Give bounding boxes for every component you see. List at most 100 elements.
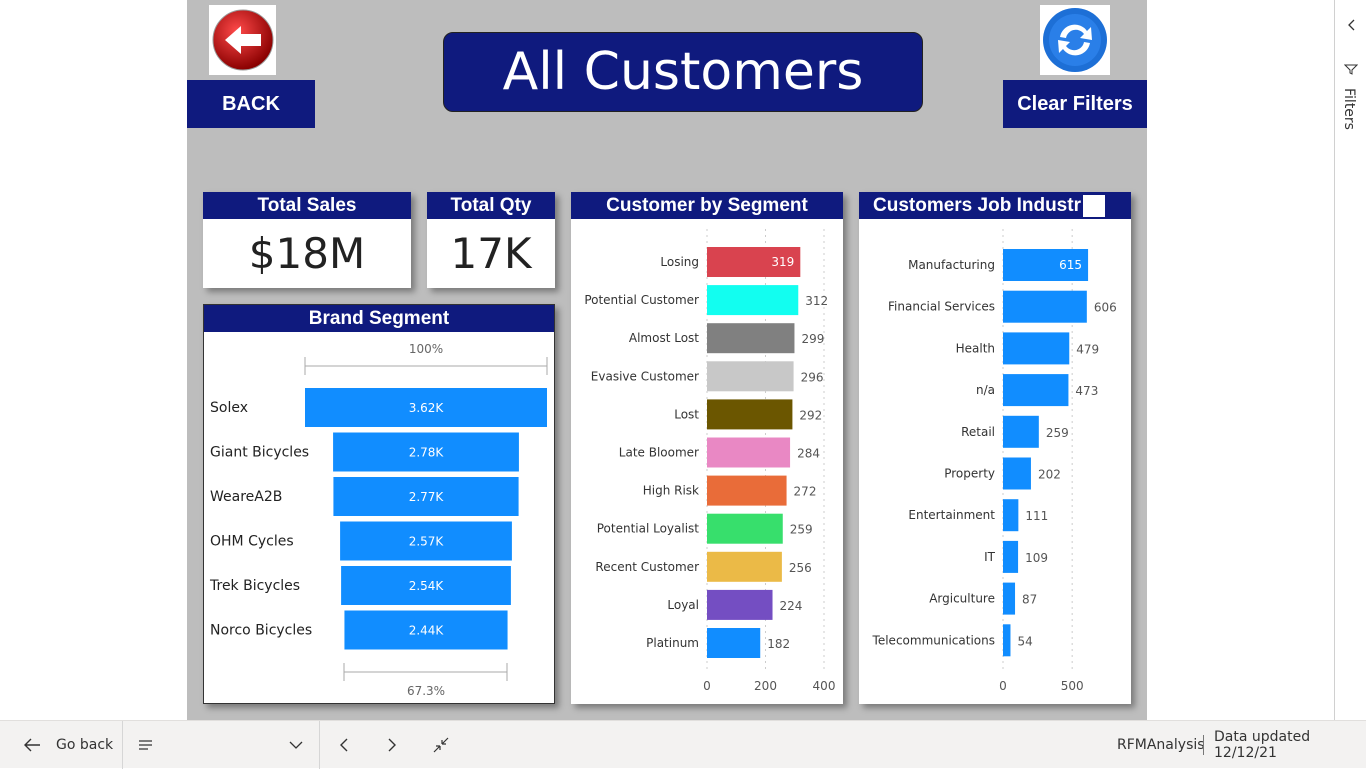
data-label: 299 [801,332,824,346]
go-back-button[interactable]: Go back [22,721,113,769]
x-tick-label: 0 [703,679,711,693]
industry-title: Customers Job Industr [859,192,1131,219]
category-label: Health [956,341,995,355]
brand-segment-chart: 100% 67.3% 3.62K Solex 2.78K Giant Bicycles… [209,342,548,698]
bar[interactable] [707,323,795,354]
industry-chart: 0 500 Manufacturing 615 Financial Services 60… [872,229,1117,693]
category-label: Argiculture [929,592,995,606]
data-label: 312 [805,294,828,308]
bar[interactable] [707,475,787,506]
bar[interactable] [707,628,761,658]
data-label: 615 [1059,258,1082,272]
funnel-bar-label: 2.44K [409,624,445,638]
visual-header-box [1082,194,1105,217]
back-button[interactable]: BACK [187,80,315,128]
bar[interactable] [1003,499,1019,532]
filter-icon[interactable] [1344,62,1358,76]
brand-segment-card: Brand Segment 100% 67.3% 3.62K Solex 2.78K… [203,304,555,704]
bar[interactable] [1003,624,1011,657]
total-sales-title: Total Sales [203,192,411,219]
data-label: 224 [780,599,803,613]
data-label: 182 [767,637,790,651]
bar[interactable] [1003,540,1019,573]
category-label: High Risk [643,484,699,498]
data-label: 296 [801,370,824,384]
category-label: Potential Customer [584,293,699,307]
total-sales-card: Total Sales $18M [203,192,411,288]
bar[interactable] [1003,374,1069,407]
bar[interactable] [1003,290,1087,323]
x-tick-label: 0 [999,679,1007,693]
funnel-bar-label: 2.78K [409,446,445,460]
bar[interactable] [707,285,799,316]
x-tick-label: 400 [813,679,836,693]
total-qty-card: Total Qty 17K [427,192,555,288]
total-sales-value: $18M [248,229,366,278]
data-label: 272 [794,485,817,499]
data-label: 87 [1022,593,1037,607]
x-tick-label: 200 [754,679,777,693]
page-list-icon[interactable] [138,721,154,769]
total-qty-title: Total Qty [427,192,555,219]
category-label: Financial Services [888,300,995,314]
funnel-category-label: Giant Bicycles [210,445,309,461]
back-icon [24,738,40,752]
data-label: 256 [789,561,812,575]
back-arrow-icon[interactable] [209,5,276,75]
category-label: n/a [976,383,995,397]
bar[interactable] [707,399,793,430]
data-label: 109 [1025,551,1048,565]
clear-filters-button[interactable]: Clear Filters [1003,80,1147,128]
funnel-bar-label: 3.62K [409,401,445,415]
category-label: Evasive Customer [591,369,699,383]
bar[interactable] [1003,415,1039,448]
bottom-bar: Go back RFMAnalysis Data updated 12/12/2… [0,720,1366,769]
data-label: 284 [797,447,820,461]
filters-pane-label[interactable]: Filters [1341,88,1357,130]
refresh-icon[interactable] [1040,5,1110,75]
funnel-category-label: WeareA2B [210,489,282,505]
chevron-down-icon[interactable] [289,721,303,769]
previous-page-icon[interactable] [338,721,350,769]
segment-card: Customer by Segment 0 200 400 Losing 319 Pote… [571,192,843,704]
funnel-top-pct: 100% [409,342,443,356]
category-label: Retail [961,425,995,439]
data-label: 54 [1017,634,1032,648]
category-label: Platinum [646,636,699,650]
funnel-bar-label: 2.57K [409,535,445,549]
category-label: Almost Lost [629,331,699,345]
chevron-left-icon[interactable] [1346,18,1358,32]
category-label: Potential Loyalist [597,522,700,536]
data-updated: Data updated 12/12/21 [1214,729,1311,761]
segment-chart: 0 200 400 Losing 319 Potential Customer 312 Alm… [584,229,836,693]
funnel-category-label: Solex [210,400,248,416]
bar[interactable] [707,589,773,620]
category-label: Losing [660,255,699,269]
brand-segment-title: Brand Segment [204,305,554,332]
data-label: 319 [771,255,794,269]
segment-title: Customer by Segment [571,192,843,219]
category-label: Property [944,467,995,481]
category-label: IT [984,550,996,564]
funnel-category-label: Trek Bicycles [209,578,300,594]
bar[interactable] [707,513,783,544]
data-label: 473 [1075,384,1098,398]
funnel-category-label: OHM Cycles [210,534,294,550]
bar[interactable] [1003,582,1016,615]
next-page-icon[interactable] [386,721,398,769]
fit-to-page-icon[interactable] [432,721,450,769]
industry-title-text: Customers Job Industr [873,194,1081,216]
category-label: Entertainment [908,508,995,522]
bar[interactable] [707,437,791,468]
data-label: 202 [1038,468,1061,482]
category-label: Manufacturing [908,258,995,272]
report-name: RFMAnalysis [1117,737,1205,753]
bar[interactable] [1003,457,1031,490]
category-label: Telecommunications [872,633,995,647]
data-label: 259 [1046,426,1069,440]
funnel-category-label: Norco Bicycles [210,623,312,639]
bar[interactable] [707,361,794,392]
bar[interactable] [707,551,782,582]
funnel-bar-label: 2.54K [409,579,445,593]
bar[interactable] [1003,332,1070,365]
